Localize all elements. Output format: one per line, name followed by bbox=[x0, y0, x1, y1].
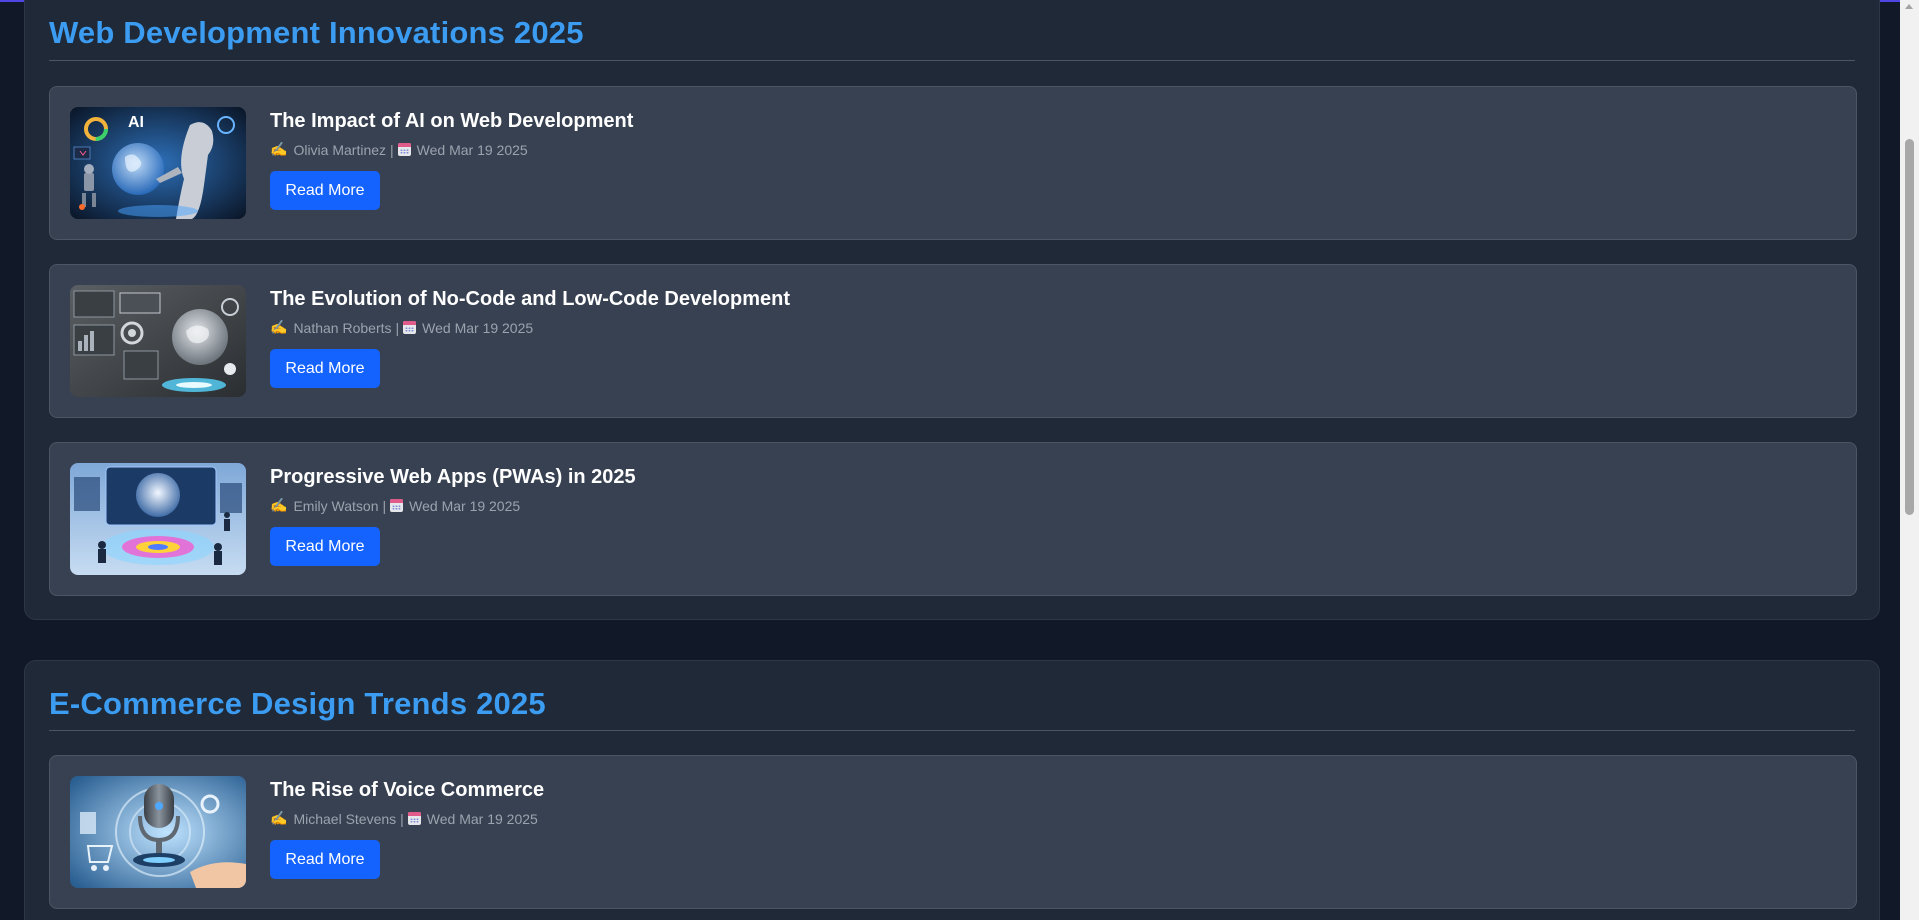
article-meta: ✍️ Michael Stevens | Wed Mar 19 2025 bbox=[270, 810, 538, 827]
article-author: Emily Watson bbox=[293, 497, 379, 514]
article-card: AI The Impact of AI on Web Development ✍… bbox=[49, 86, 1857, 240]
writing-hand-icon: ✍️ bbox=[270, 319, 288, 335]
article-meta: ✍️ Emily Watson | Wed Mar 19 2025 bbox=[270, 497, 520, 514]
section-title: Web Development Innovations 2025 bbox=[49, 0, 1855, 61]
section-title: E-Commerce Design Trends 2025 bbox=[49, 661, 1855, 731]
article-date: Wed Mar 19 2025 bbox=[416, 141, 528, 158]
article-thumbnail[interactable] bbox=[70, 776, 246, 888]
article-card: The Evolution of No-Code and Low-Code De… bbox=[49, 264, 1857, 418]
section-ecommerce-design: E-Commerce Design Trends 2025 The Rise o… bbox=[24, 660, 1880, 920]
article-card: The Rise of Voice Commerce ✍️ Michael St… bbox=[49, 755, 1857, 909]
article-thumbnail[interactable] bbox=[70, 285, 246, 397]
read-more-button[interactable]: Read More bbox=[270, 171, 380, 210]
article-author: Olivia Martinez bbox=[293, 141, 387, 158]
article-thumbnail[interactable]: AI bbox=[70, 107, 246, 219]
article-title[interactable]: Progressive Web Apps (PWAs) in 2025 bbox=[270, 466, 636, 489]
article-date: Wed Mar 19 2025 bbox=[409, 497, 521, 514]
article-date: Wed Mar 19 2025 bbox=[422, 319, 534, 336]
article-author: Michael Stevens bbox=[293, 810, 397, 827]
section-web-development: Web Development Innovations 2025 AI The … bbox=[24, 0, 1880, 620]
calendar-icon bbox=[397, 143, 411, 156]
calendar-icon bbox=[403, 321, 417, 334]
meta-separator: | bbox=[382, 497, 387, 514]
thumb-ai-label: AI bbox=[128, 114, 144, 131]
article-title[interactable]: The Rise of Voice Commerce bbox=[270, 779, 544, 802]
meta-separator: | bbox=[400, 810, 404, 827]
article-meta: ✍️ Olivia Martinez | Wed Mar 19 2025 bbox=[270, 141, 528, 158]
article-title[interactable]: The Evolution of No-Code and Low-Code De… bbox=[270, 288, 790, 311]
article-meta: ✍️ Nathan Roberts | Wed Mar 19 2025 bbox=[270, 319, 533, 336]
article-thumbnail[interactable] bbox=[70, 463, 246, 575]
scrollbar-thumb[interactable] bbox=[1905, 139, 1914, 515]
writing-hand-icon: ✍️ bbox=[270, 810, 288, 826]
meta-separator: | bbox=[395, 319, 400, 336]
calendar-icon bbox=[390, 499, 404, 512]
article-date: Wed Mar 19 2025 bbox=[426, 810, 538, 827]
read-more-button[interactable]: Read More bbox=[270, 527, 380, 566]
article-title[interactable]: The Impact of AI on Web Development bbox=[270, 110, 633, 133]
writing-hand-icon: ✍️ bbox=[270, 497, 288, 513]
scroll-up-arrow-icon[interactable] bbox=[1905, 4, 1913, 9]
read-more-button[interactable]: Read More bbox=[270, 840, 380, 879]
page-content[interactable]: Web Development Innovations 2025 AI The … bbox=[0, 0, 1900, 920]
article-author: Nathan Roberts bbox=[293, 319, 392, 336]
calendar-icon bbox=[407, 812, 421, 825]
meta-separator: | bbox=[390, 141, 394, 158]
writing-hand-icon: ✍️ bbox=[270, 141, 288, 157]
vertical-scrollbar[interactable] bbox=[1900, 0, 1919, 920]
read-more-button[interactable]: Read More bbox=[270, 349, 380, 388]
article-card: Progressive Web Apps (PWAs) in 2025 ✍️ E… bbox=[49, 442, 1857, 596]
